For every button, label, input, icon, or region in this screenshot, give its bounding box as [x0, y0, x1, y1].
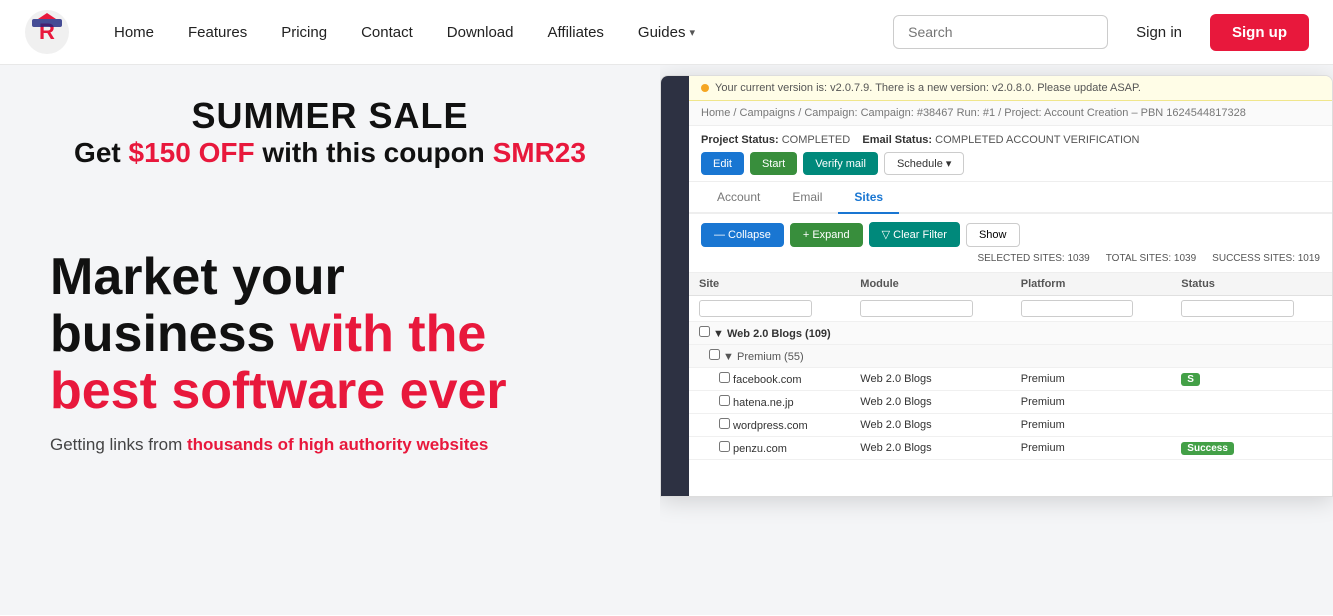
table-row: ▼ Web 2.0 Blogs (109): [689, 322, 1332, 345]
nav-links: Home Features Pricing Contact Download A…: [100, 16, 881, 49]
start-button[interactable]: Start: [750, 152, 797, 175]
hero-tagline: Market your business with the best softw…: [50, 249, 610, 455]
show-button[interactable]: Show: [966, 223, 1020, 247]
col-module: Module: [850, 273, 1010, 296]
table-row: penzu.com Web 2.0 Blogs Premium Success: [689, 437, 1332, 460]
sites-table: Site Module Platform Status: [689, 273, 1332, 460]
filter-platform-input[interactable]: [1021, 300, 1133, 317]
row-checkbox[interactable]: [719, 441, 730, 452]
nav-features[interactable]: Features: [174, 16, 261, 49]
nav-right: Sign in Sign up: [893, 14, 1309, 51]
collapse-button[interactable]: — Collapse: [701, 223, 784, 247]
total-sites-stat: TOTAL SITES: 1039: [1106, 253, 1196, 264]
status-badge: Success: [1181, 442, 1234, 455]
table-row: facebook.com Web 2.0 Blogs Premium S: [689, 368, 1332, 391]
nav-contact[interactable]: Contact: [347, 16, 427, 49]
filter-site-input[interactable]: [699, 300, 812, 317]
sale-title: SUMMER SALE: [50, 95, 610, 137]
hero-subtext: Getting links from thousands of high aut…: [50, 435, 610, 455]
nav-home[interactable]: Home: [100, 16, 168, 49]
subgroup-checkbox[interactable]: [709, 349, 720, 360]
group-checkbox[interactable]: [699, 326, 710, 337]
tab-sites[interactable]: Sites: [838, 182, 899, 214]
signup-button[interactable]: Sign up: [1210, 14, 1309, 51]
selected-sites-stat: SELECTED SITES: 1039: [977, 253, 1089, 264]
nav-affiliates[interactable]: Affiliates: [534, 16, 618, 49]
project-status-bar: Project Status: COMPLETED Email Status: …: [689, 126, 1332, 182]
summer-sale-banner: SUMMER SALE Get $150 OFF with this coupo…: [50, 95, 610, 169]
sale-subtitle: Get $150 OFF with this coupon SMR23: [50, 137, 610, 169]
schedule-button[interactable]: Schedule ▾: [884, 152, 964, 175]
chevron-down-icon: ▾: [689, 26, 695, 39]
update-text: Your current version is: v2.0.7.9. There…: [715, 82, 1141, 94]
col-site: Site: [689, 273, 850, 296]
app-inner: Your current version is: v2.0.7.9. There…: [661, 76, 1332, 496]
hero-left: SUMMER SALE Get $150 OFF with this coupo…: [0, 65, 660, 615]
table-row: hatena.ne.jp Web 2.0 Blogs Premium: [689, 391, 1332, 414]
col-platform: Platform: [1011, 273, 1172, 296]
update-dot-icon: [701, 84, 709, 92]
app-screenshot: Your current version is: v2.0.7.9. There…: [660, 75, 1333, 497]
app-sidebar: [661, 76, 689, 496]
status-badge: S: [1181, 373, 1200, 386]
sites-table-container: Site Module Platform Status: [689, 273, 1332, 460]
table-header-row: Site Module Platform Status: [689, 273, 1332, 296]
nav-guides[interactable]: Guides ▾: [624, 16, 709, 49]
col-status: Status: [1171, 273, 1332, 296]
tab-account[interactable]: Account: [701, 182, 776, 214]
hero-section: SUMMER SALE Get $150 OFF with this coupo…: [0, 65, 1333, 615]
update-banner: Your current version is: v2.0.7.9. There…: [689, 76, 1332, 101]
hero-heading: Market your business with the best softw…: [50, 249, 610, 421]
coupon-code: SMR23: [493, 137, 586, 168]
success-sites-stat: SUCCESS SITES: 1019: [1212, 253, 1320, 264]
tab-email[interactable]: Email: [776, 182, 838, 214]
action-buttons: Edit Start Verify mail Schedule ▾: [701, 152, 1320, 175]
table-row: wordpress.com Web 2.0 Blogs Premium: [689, 414, 1332, 437]
table-row: ▼ Premium (55): [689, 345, 1332, 368]
app-tabs: Account Email Sites: [689, 182, 1332, 214]
sites-toolbar: — Collapse + Expand ▽ Clear Filter Show …: [689, 214, 1332, 273]
signin-button[interactable]: Sign in: [1120, 16, 1198, 49]
nav-pricing[interactable]: Pricing: [267, 16, 341, 49]
verify-mail-button[interactable]: Verify mail: [803, 152, 878, 175]
table-filter-row: [689, 296, 1332, 322]
row-checkbox[interactable]: [719, 395, 730, 406]
logo[interactable]: R: [24, 9, 70, 55]
sale-amount: $150 OFF: [129, 137, 255, 168]
navbar: R Home Features Pricing Contact Download…: [0, 0, 1333, 65]
sites-stats: SELECTED SITES: 1039 TOTAL SITES: 1039 S…: [977, 253, 1320, 264]
nav-download[interactable]: Download: [433, 16, 528, 49]
app-main: Your current version is: v2.0.7.9. There…: [689, 76, 1332, 496]
clear-filter-button[interactable]: ▽ Clear Filter: [869, 222, 960, 247]
filter-module-input[interactable]: [860, 300, 972, 317]
status-line: Project Status: COMPLETED Email Status: …: [701, 134, 1320, 146]
filter-status-input[interactable]: [1181, 300, 1294, 317]
breadcrumb: Home / Campaigns / Campaign: Campaign: #…: [689, 101, 1332, 126]
hero-right: Your current version is: v2.0.7.9. There…: [660, 65, 1333, 615]
edit-button[interactable]: Edit: [701, 152, 744, 175]
search-input[interactable]: [893, 15, 1108, 49]
row-checkbox[interactable]: [719, 418, 730, 429]
expand-button[interactable]: + Expand: [790, 223, 863, 247]
row-checkbox[interactable]: [719, 372, 730, 383]
